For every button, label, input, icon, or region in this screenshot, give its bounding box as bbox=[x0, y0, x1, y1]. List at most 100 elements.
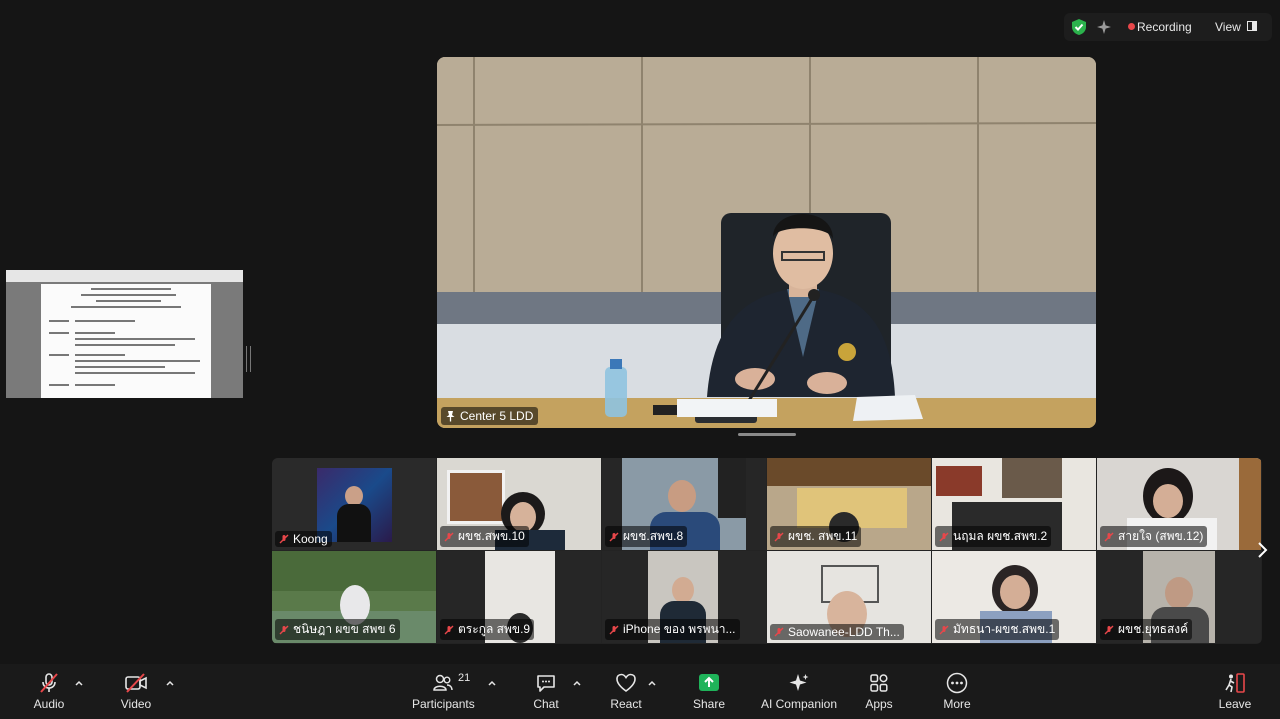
mic-muted-icon bbox=[609, 532, 619, 541]
more-dots-icon bbox=[946, 672, 968, 694]
audio-button[interactable]: Audio bbox=[30, 672, 68, 711]
participants-icon bbox=[433, 674, 453, 691]
participant-video bbox=[936, 466, 982, 496]
mic-muted-icon bbox=[939, 625, 949, 634]
participant-tile[interactable]: iPhone ของ พรพนา... bbox=[602, 551, 766, 643]
react-label: React bbox=[610, 697, 642, 711]
participant-video bbox=[1153, 484, 1183, 518]
participant-name: ผขช.สพข.8 bbox=[623, 529, 684, 543]
more-button[interactable]: More bbox=[940, 672, 974, 711]
participant-name-tag: สายใจ (สพข.12) bbox=[1100, 526, 1208, 547]
chat-bubble-icon bbox=[537, 675, 555, 692]
chat-options-chevron-icon[interactable] bbox=[572, 678, 582, 688]
participant-name: นฤมล ผขช.สพข.2 bbox=[953, 529, 1048, 543]
participant-tile[interactable]: ผขช.สพข.10 bbox=[437, 458, 601, 550]
participants-label: Participants bbox=[412, 697, 475, 711]
speaker-name-tag: Center 5 LDD bbox=[441, 407, 539, 425]
gallery-next-arrow-icon[interactable] bbox=[1254, 540, 1270, 560]
participant-tile[interactable]: Koong bbox=[272, 458, 436, 550]
apps-label: Apps bbox=[865, 697, 893, 711]
participant-tile[interactable]: ชนิษฎา ผขข สพข 6 bbox=[272, 551, 436, 643]
view-layout-icon[interactable] bbox=[1247, 21, 1257, 31]
participant-video bbox=[1239, 458, 1261, 550]
mic-muted-icon bbox=[444, 532, 454, 541]
gallery-strip: Koong ผขช.สพข.10 ผขช.สพข.8 ผขช. สพข.11 น… bbox=[272, 458, 1262, 644]
participant-name: สายใจ (สพข.12) bbox=[1118, 529, 1204, 543]
audio-options-chevron-icon[interactable] bbox=[74, 678, 84, 688]
share-button[interactable]: Share bbox=[692, 672, 726, 711]
ai-companion-button[interactable]: AI Companion bbox=[760, 672, 838, 711]
mic-muted-icon bbox=[774, 627, 784, 637]
meeting-status-bar: Recording View bbox=[1064, 13, 1272, 41]
participant-name-tag: ผขช.สพข.8 bbox=[605, 526, 688, 547]
mic-muted-icon bbox=[1104, 625, 1114, 634]
mic-muted-icon bbox=[40, 673, 58, 693]
shield-check-icon[interactable] bbox=[1071, 18, 1087, 36]
participant-tile[interactable]: Saowanee-LDD Th... bbox=[767, 551, 931, 643]
share-screen-icon bbox=[699, 674, 719, 691]
react-options-chevron-icon[interactable] bbox=[647, 678, 657, 688]
participant-name: Saowanee-LDD Th... bbox=[788, 625, 900, 639]
chat-label: Chat bbox=[533, 697, 559, 711]
pin-icon bbox=[446, 411, 455, 422]
document-toolbar bbox=[6, 270, 243, 282]
mic-muted-icon bbox=[609, 625, 619, 634]
participant-video bbox=[767, 458, 931, 486]
apps-button[interactable]: Apps bbox=[863, 672, 895, 711]
ai-sparkle-icon[interactable] bbox=[1096, 19, 1112, 35]
participant-tile[interactable]: นฤมล ผขช.สพข.2 bbox=[932, 458, 1096, 550]
participant-name-tag: iPhone ของ พรพนา... bbox=[605, 619, 740, 640]
video-off-icon bbox=[125, 673, 147, 693]
participant-name: ผขช.ยุทธสงค์ bbox=[1118, 622, 1189, 636]
mic-muted-icon bbox=[444, 625, 454, 634]
shared-screen-thumbnail[interactable] bbox=[6, 270, 243, 398]
view-button[interactable]: View bbox=[1215, 20, 1241, 34]
participant-name: Koong bbox=[293, 532, 328, 546]
participant-name: ชนิษฎา ผขข สพข 6 bbox=[293, 622, 396, 636]
participant-name: มัทธนา-ผขช.สพข.1 bbox=[953, 622, 1056, 636]
ai-sparkle-icon bbox=[789, 674, 809, 691]
participant-name: ตระกูล สพข.9 bbox=[458, 622, 531, 636]
participant-name-tag: Koong bbox=[275, 531, 332, 547]
participant-tile[interactable]: ผขช. สพข.11 bbox=[767, 458, 931, 550]
participant-name-tag: ผขช. สพข.11 bbox=[770, 526, 862, 547]
document-page bbox=[41, 284, 211, 398]
video-label: Video bbox=[120, 697, 152, 711]
share-label: Share bbox=[692, 697, 726, 711]
participant-name-tag: ผขช.ยุทธสงค์ bbox=[1100, 619, 1193, 640]
participant-tile[interactable]: ผขช.สพข.8 bbox=[602, 458, 766, 550]
participant-name: ผขช. สพข.11 bbox=[788, 529, 858, 543]
recording-dot-icon bbox=[1128, 23, 1135, 30]
apps-icon bbox=[870, 674, 888, 692]
participant-video bbox=[1002, 458, 1062, 498]
recording-label[interactable]: Recording bbox=[1137, 20, 1192, 34]
video-options-chevron-icon[interactable] bbox=[165, 678, 175, 688]
video-button[interactable]: Video bbox=[117, 672, 155, 711]
participant-tile[interactable]: สายใจ (สพข.12) bbox=[1097, 458, 1261, 550]
participant-tile[interactable]: มัทธนา-ผขช.สพข.1 bbox=[932, 551, 1096, 643]
react-button[interactable]: React bbox=[608, 672, 644, 711]
panel-resize-handle[interactable] bbox=[246, 346, 251, 372]
participant-name-tag: ตระกูล สพข.9 bbox=[440, 619, 535, 640]
active-speaker-video[interactable]: Center 5 LDD bbox=[437, 57, 1096, 428]
leave-button[interactable]: Leave bbox=[1218, 672, 1252, 711]
participant-video bbox=[447, 470, 505, 524]
ai-companion-label: AI Companion bbox=[760, 697, 838, 711]
participant-name: ผขช.สพข.10 bbox=[458, 529, 525, 543]
mic-muted-icon bbox=[939, 532, 949, 541]
participants-options-chevron-icon[interactable] bbox=[487, 678, 497, 688]
speaker-resize-handle[interactable] bbox=[738, 433, 796, 436]
participant-name: iPhone ของ พรพนา... bbox=[623, 622, 736, 636]
participant-tile[interactable]: ตระกูล สพข.9 bbox=[437, 551, 601, 643]
chat-button[interactable]: Chat bbox=[530, 672, 562, 711]
leave-label: Leave bbox=[1218, 697, 1252, 711]
mic-muted-icon bbox=[1104, 532, 1114, 541]
more-label: More bbox=[943, 697, 971, 711]
participant-video bbox=[1000, 575, 1030, 609]
speaker-name: Center 5 LDD bbox=[460, 409, 534, 423]
participant-name-tag: มัทธนา-ผขช.สพข.1 bbox=[935, 619, 1060, 640]
mic-muted-icon bbox=[279, 534, 289, 544]
mic-muted-icon bbox=[774, 532, 784, 541]
participant-tile[interactable]: ผขช.ยุทธสงค์ bbox=[1097, 551, 1261, 643]
participant-name-tag: ชนิษฎา ผขข สพข 6 bbox=[275, 619, 400, 640]
